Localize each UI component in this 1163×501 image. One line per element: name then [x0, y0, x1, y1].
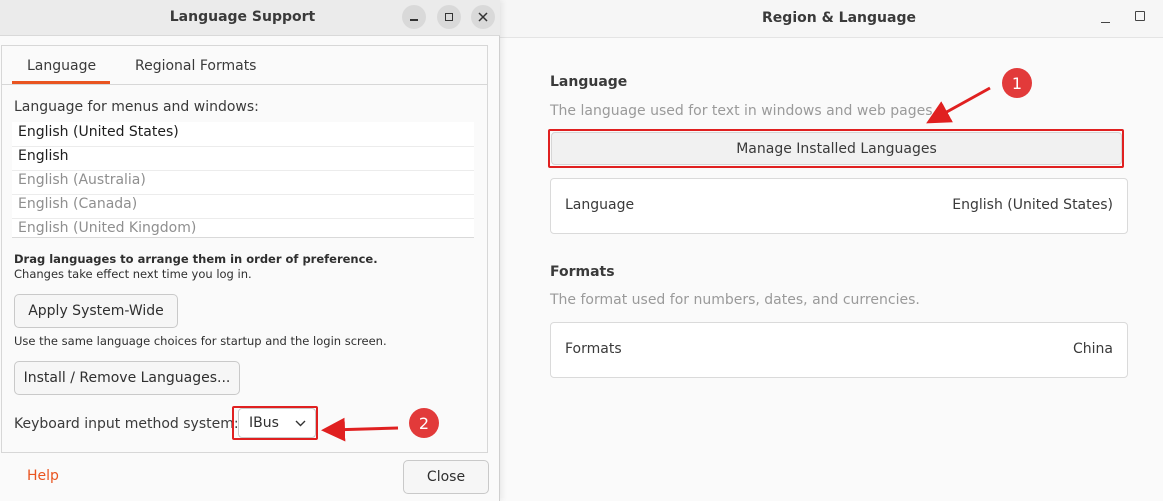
language-row-value: English (United States) — [952, 197, 1113, 213]
apply-hint: Use the same language choices for startu… — [14, 334, 387, 348]
maximize-icon[interactable] — [1135, 11, 1145, 21]
tab-language[interactable]: Language — [27, 58, 96, 74]
dialog-title: Language Support — [169, 9, 316, 25]
annotation-badge-2: 2 — [409, 408, 439, 438]
dialog-maximize-icon[interactable] — [437, 5, 461, 29]
formats-section-heading: Formats — [550, 264, 615, 280]
region-window-title: Region & Language — [762, 10, 916, 26]
drag-hint-bold: Drag languages to arrange them in order … — [14, 252, 378, 266]
tab-regional-formats[interactable]: Regional Formats — [135, 58, 256, 74]
list-item-english-australia[interactable]: English (Australia) — [18, 172, 146, 188]
formats-section-description: The format used for numbers, dates, and … — [550, 292, 920, 308]
minimize-icon[interactable] — [1098, 9, 1114, 27]
tab-bar: Language Regional Formats — [2, 46, 487, 85]
dialog-header-bar: Language Support — [0, 0, 500, 36]
list-separator — [12, 146, 474, 147]
apply-system-wide-button[interactable]: Apply System-Wide — [14, 294, 178, 328]
list-item-english-canada[interactable]: English (Canada) — [18, 196, 137, 212]
screen: Region & Language Language The language … — [0, 0, 1163, 501]
formats-row[interactable]: Formats China — [550, 322, 1128, 378]
dialog-minimize-icon[interactable] — [402, 5, 426, 29]
language-section-description: The language used for text in windows an… — [550, 103, 937, 119]
language-row[interactable]: Language English (United States) — [550, 178, 1128, 234]
formats-row-label: Formats — [565, 341, 622, 357]
language-list-label: Language for menus and windows: — [14, 99, 259, 115]
list-separator — [12, 218, 474, 219]
dialog-close-icon[interactable] — [471, 5, 495, 29]
tab-notebook: Language Regional Formats Language for m… — [1, 45, 488, 453]
annotation-highlight-box-2 — [232, 406, 318, 440]
list-item-english-united-kingdom[interactable]: English (United Kingdom) — [18, 220, 196, 236]
list-item-english[interactable]: English — [18, 148, 69, 164]
help-link[interactable]: Help — [27, 468, 59, 484]
active-tab-indicator — [12, 81, 110, 84]
drag-hint: Changes take effect next time you log in… — [14, 267, 252, 281]
language-section-heading: Language — [550, 74, 628, 90]
install-remove-languages-button[interactable]: Install / Remove Languages... — [14, 361, 240, 395]
annotation-highlight-box-1 — [548, 129, 1124, 168]
annotation-badge-1: 1 — [1002, 68, 1032, 98]
close-button[interactable]: Close — [403, 460, 489, 494]
keyboard-input-label: Keyboard input method system: — [14, 416, 239, 432]
list-separator — [12, 170, 474, 171]
list-item-english-united-states[interactable]: English (United States) — [18, 124, 179, 140]
language-list[interactable]: English (United States) English English … — [12, 122, 474, 238]
formats-row-value: China — [1073, 341, 1113, 357]
language-row-label: Language — [565, 197, 635, 213]
list-separator — [12, 194, 474, 195]
